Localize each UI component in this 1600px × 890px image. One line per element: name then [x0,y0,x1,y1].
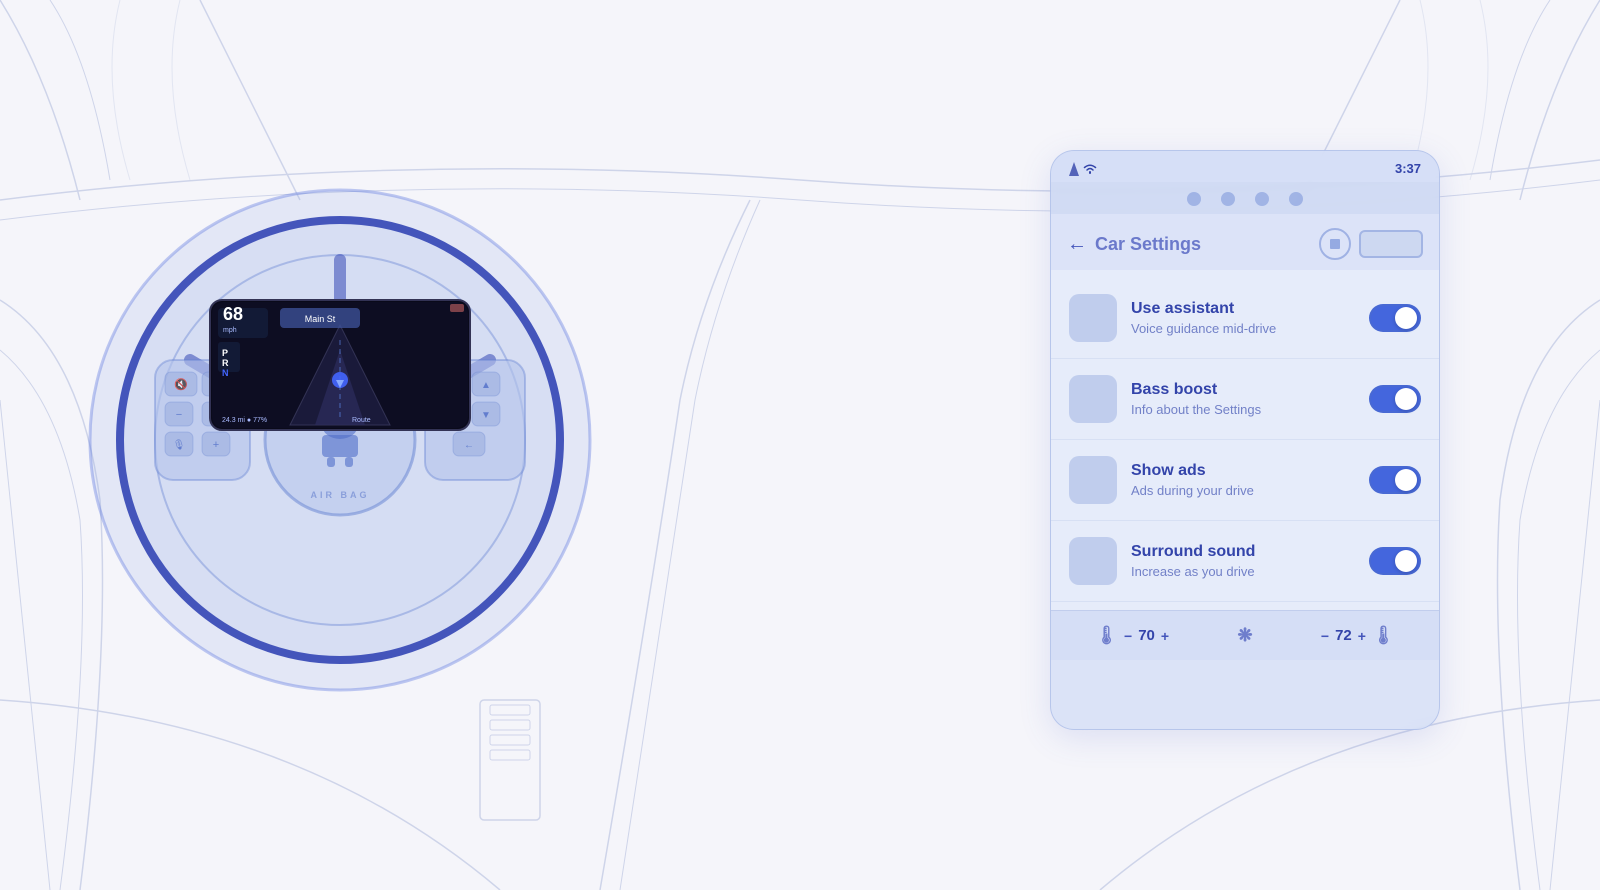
setting-desc-show-ads: Ads during your drive [1131,483,1355,498]
climate-left-value: 70 [1138,627,1155,644]
settings-list: Use assistant Voice guidance mid-drive B… [1051,270,1439,610]
svg-text:+: + [213,439,219,451]
svg-text:P: P [222,348,228,358]
svg-text:🎙: 🎙 [173,439,186,451]
svg-text:←: ← [464,440,474,451]
app-header: ← Car Settings [1051,214,1439,270]
status-time: 3:37 [1395,161,1421,176]
setting-item-use-assistant: Use assistant Voice guidance mid-drive [1051,278,1439,359]
climate-right: − 72 + 🌡 [1321,625,1395,646]
steering-wheel-container: AIR BAG 🔇 ⏮ − ⏭ 🎙 + ☰ ▲ ✓ [60,80,620,760]
setting-text-use-assistant: Use assistant Voice guidance mid-drive [1131,300,1355,336]
header-left: ← Car Settings [1067,233,1201,256]
phone-panel: 3:37 ← Car Settings Use assistant Voice … [1050,150,1440,730]
status-bar-left [1069,162,1097,176]
svg-text:68: 68 [223,304,243,324]
svg-text:N: N [222,368,229,378]
climate-left: 🌡 − 70 + [1095,625,1169,646]
setting-icon-surround-sound [1069,537,1117,585]
heat-right-icon: 🌡 [1372,625,1395,646]
svg-text:Route: Route [352,417,371,424]
setting-desc-use-assistant: Voice guidance mid-drive [1131,321,1355,336]
toggle-surround-sound[interactable] [1369,547,1421,575]
svg-text:R: R [222,358,229,368]
climate-left-minus[interactable]: − [1124,628,1132,644]
rect-button[interactable] [1359,230,1423,258]
status-bar: 3:37 [1051,151,1439,182]
setting-item-show-ads: Show ads Ads during your drive [1051,440,1439,521]
setting-desc-surround-sound: Increase as you drive [1131,564,1355,579]
back-button[interactable]: ← [1067,233,1087,256]
setting-text-bass-boost: Bass boost Info about the Settings [1131,381,1355,417]
header-title: Car Settings [1095,234,1201,255]
setting-name-bass-boost: Bass boost [1131,381,1355,399]
setting-text-surround-sound: Surround sound Increase as you drive [1131,543,1355,579]
setting-icon-bass-boost [1069,375,1117,423]
toggle-knob-show-ads [1395,469,1417,491]
svg-text:24.3 mi ● 77%: 24.3 mi ● 77% [222,417,267,424]
wifi-icon [1083,164,1097,174]
stop-icon [1330,239,1340,249]
climate-bar: 🌡 − 70 + ❋ − 72 + 🌡 [1051,610,1439,660]
setting-text-show-ads: Show ads Ads during your drive [1131,462,1355,498]
climate-right-value: 72 [1335,627,1352,644]
setting-name-show-ads: Show ads [1131,462,1355,480]
heat-left-icon: 🌡 [1095,625,1118,646]
dots-row [1051,182,1439,214]
setting-icon-use-assistant [1069,294,1117,342]
header-right [1319,228,1423,260]
svg-text:mph: mph [223,327,237,334]
svg-text:AIR BAG: AIR BAG [311,490,370,500]
dot-2 [1221,192,1235,206]
toggle-knob-surround-sound [1395,550,1417,572]
climate-right-plus[interactable]: + [1358,628,1366,644]
toggle-use-assistant[interactable] [1369,304,1421,332]
svg-text:−: − [176,409,182,421]
setting-item-surround-sound: Surround sound Increase as you drive [1051,521,1439,602]
setting-item-bass-boost: Bass boost Info about the Settings [1051,359,1439,440]
stop-button[interactable] [1319,228,1351,260]
climate-right-minus[interactable]: − [1321,628,1329,644]
setting-desc-bass-boost: Info about the Settings [1131,402,1355,417]
svg-text:🔇: 🔇 [174,378,188,391]
signal-icon [1069,162,1079,176]
svg-text:Main St: Main St [305,314,336,324]
toggle-bass-boost[interactable] [1369,385,1421,413]
fan-icon: ❋ [1237,625,1252,646]
toggle-knob-bass-boost [1395,388,1417,410]
toggle-knob-use-assistant [1395,307,1417,329]
setting-icon-show-ads [1069,456,1117,504]
setting-name-surround-sound: Surround sound [1131,543,1355,561]
setting-name-use-assistant: Use assistant [1131,300,1355,318]
dot-1 [1187,192,1201,206]
dot-3 [1255,192,1269,206]
svg-text:▼: ▼ [481,410,491,421]
climate-left-plus[interactable]: + [1161,628,1169,644]
dot-4 [1289,192,1303,206]
svg-text:▲: ▲ [481,380,491,391]
toggle-show-ads[interactable] [1369,466,1421,494]
climate-center: ❋ [1237,625,1252,646]
